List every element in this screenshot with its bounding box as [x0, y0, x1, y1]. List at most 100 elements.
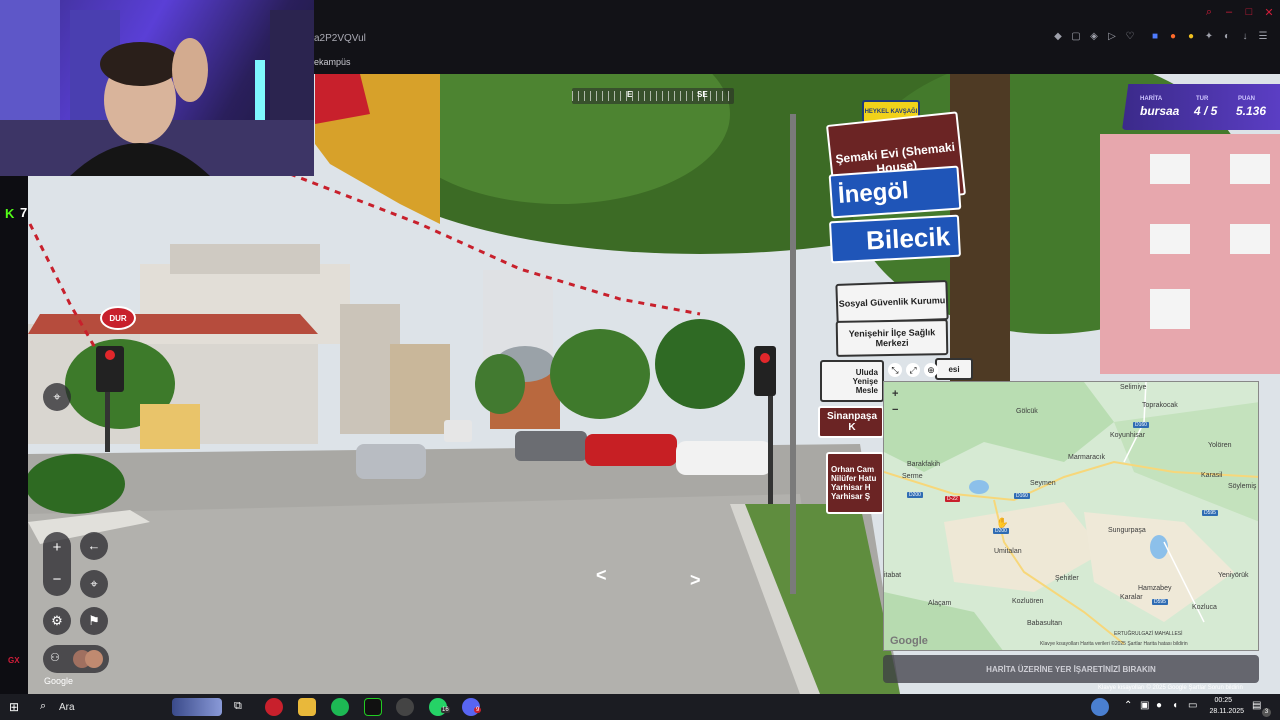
uludag-sign-line1: Uluda	[855, 367, 878, 377]
microphone-icon[interactable]: ●	[1156, 700, 1162, 711]
map-footer: Klavye kısayolları Harita verileri ©2025…	[1040, 641, 1188, 647]
inegol-sign: İnegöl	[828, 165, 962, 219]
webcam-overlay	[0, 0, 314, 176]
windows-start-icon[interactable]: ⊞	[9, 700, 19, 714]
translate-icon[interactable]: ■	[1150, 32, 1160, 42]
score-panel: HARİTA bursaa TUR 4 / 5 PUAN 5.136	[1122, 84, 1280, 130]
map-place-label: Kozluca	[1192, 604, 1217, 611]
place-guess-button[interactable]: HARİTA ÜZERİNE YER İŞARETİNİZİ BIRAKIN	[883, 655, 1259, 683]
spotify-icon[interactable]	[331, 698, 349, 716]
screenshot-icon[interactable]: ▢	[1071, 32, 1081, 42]
heart-icon[interactable]: ♡	[1125, 32, 1135, 42]
stop-sign: DUR	[100, 306, 136, 330]
return-to-start-icon[interactable]: ⌖	[80, 570, 108, 598]
round-value: 4 / 5	[1194, 104, 1218, 118]
bookmark-item[interactable]: ekampüs	[314, 57, 351, 67]
map-place-label: Karalar	[1120, 594, 1143, 601]
map-zoom-in[interactable]: +	[892, 388, 898, 400]
yenisehir-saglik-sign: Yenişehir İlçe Sağlık Merkezi	[835, 319, 949, 357]
volume-icon[interactable]: ◖	[1172, 700, 1178, 711]
extension-icon[interactable]: ●	[1168, 32, 1178, 42]
puzzle-icon[interactable]: ✦	[1204, 32, 1214, 42]
play-icon[interactable]: ▷	[1107, 32, 1117, 42]
obs-icon[interactable]	[396, 698, 414, 716]
gx-logo: GX	[8, 656, 20, 665]
shield-icon[interactable]: ◈	[1089, 32, 1099, 42]
compass-bar: E SE	[572, 88, 734, 104]
map-place-label: Serme	[902, 473, 923, 480]
avatar	[85, 650, 103, 668]
players-button[interactable]: ⚇	[43, 645, 109, 673]
flag-icon[interactable]: ⚑	[80, 607, 108, 635]
terminal-icon[interactable]	[364, 698, 382, 716]
location-pin-icon[interactable]: ⌖	[43, 383, 71, 411]
task-view-icon[interactable]: ⧉	[234, 700, 242, 713]
orhan-sign-line2: Nilüfer Hatu	[831, 474, 877, 483]
clock-time[interactable]: 00:25	[1192, 697, 1232, 704]
chevron-up-icon[interactable]: ⌃	[1124, 700, 1132, 711]
map-place-label: Toprakocak	[1142, 402, 1178, 409]
map-place-label: Barakfakih	[907, 461, 941, 468]
settings-icon[interactable]: ⚙	[43, 607, 71, 635]
download-icon[interactable]: ↓	[1240, 32, 1250, 42]
opera-gx-icon[interactable]	[265, 698, 283, 716]
map-place-label: Sungurpaşa	[1108, 527, 1146, 534]
webcam-feed	[0, 0, 314, 176]
map-label: HARİTA	[1140, 96, 1163, 102]
map-place-label: Karasil	[1201, 472, 1223, 479]
zoom-out-button[interactable]: −	[43, 564, 71, 596]
road-tag: D595	[1152, 599, 1168, 605]
compass-ticks	[572, 91, 734, 101]
map-expand-icon[interactable]: ⤡	[888, 363, 902, 377]
taskbar-widget-thumbnail[interactable]	[172, 698, 222, 716]
bilecik-sign: Bilecik	[828, 214, 962, 264]
address-bar[interactable]: a2P2VQVul	[314, 33, 366, 44]
notification-icon[interactable]: ▤	[1252, 700, 1261, 711]
maximize-icon[interactable]: □	[1242, 6, 1256, 18]
compass-label-east: E	[627, 90, 633, 99]
map-place-label: Gölcük	[1016, 408, 1038, 415]
round-label: TUR	[1196, 96, 1209, 102]
weather-icon[interactable]	[1091, 698, 1109, 716]
map-pin-icon[interactable]: ⊕	[924, 363, 938, 377]
compass-label-southeast: SE	[697, 90, 708, 99]
map-shrink-icon[interactable]: ⤢	[906, 363, 920, 377]
road-tag: D595	[1202, 510, 1218, 516]
stream-sidebar	[0, 176, 28, 694]
menu-icon[interactable]: ☰	[1258, 32, 1268, 42]
map-place-label: Selimiye	[1120, 384, 1147, 391]
close-icon[interactable]: ✕	[1262, 6, 1276, 19]
players-icon: ⚇	[50, 652, 60, 664]
map-place-label: Marmaracık	[1068, 454, 1105, 461]
profile-icon[interactable]: ◐	[1222, 32, 1232, 42]
extension-icon[interactable]: ●	[1186, 32, 1196, 42]
sinanpasa-sign: Sinanpaşa K	[818, 406, 884, 438]
pano-arrow-left-icon[interactable]: <	[596, 565, 607, 586]
taskbar-search[interactable]: Ara	[59, 702, 75, 713]
uludag-sign-line2: Yenişe	[852, 376, 878, 386]
file-explorer-icon[interactable]	[298, 698, 316, 716]
zoom-in-button[interactable]: +	[43, 532, 71, 564]
tray-app-icon[interactable]: ▣	[1140, 700, 1149, 711]
orhan-camii-sign: Orhan Cam Nilüfer Hatu Yarhisar H Yarhis…	[826, 452, 884, 514]
whatsapp-badge: 16	[441, 707, 450, 713]
map-place-label: Umitalan	[994, 548, 1022, 555]
sgk-sign: Sosyal Güvenlik Kurumu	[835, 280, 949, 324]
clock-date[interactable]: 28.11.2025	[1204, 708, 1244, 715]
map-name: bursaa	[1140, 104, 1180, 118]
guess-map[interactable]: + − Selimiye Gölcük Toprakocak Koyunhisa…	[883, 381, 1259, 651]
map-zoom-out[interactable]: −	[892, 404, 898, 416]
street-view-attribution: Klavye kısayolları © 2025 Google Şartlar…	[1098, 685, 1243, 691]
map-place-label: Yolören	[1208, 442, 1232, 449]
search-icon[interactable]: ⌕	[1202, 6, 1216, 19]
minimize-icon[interactable]: –	[1222, 6, 1236, 18]
bookmark-icon[interactable]: ◆	[1053, 32, 1063, 42]
map-place-label: Hamzabey	[1138, 585, 1172, 592]
pano-arrow-right-icon[interactable]: >	[690, 570, 701, 591]
map-place-label: Babasultan	[1027, 620, 1063, 627]
map-place-label: Şehitler	[1055, 575, 1079, 582]
back-button[interactable]: ←	[80, 532, 108, 560]
search-icon[interactable]: ⌕	[40, 700, 46, 713]
road-tag: D160	[1014, 493, 1030, 499]
viewer-count: 7	[20, 205, 28, 220]
